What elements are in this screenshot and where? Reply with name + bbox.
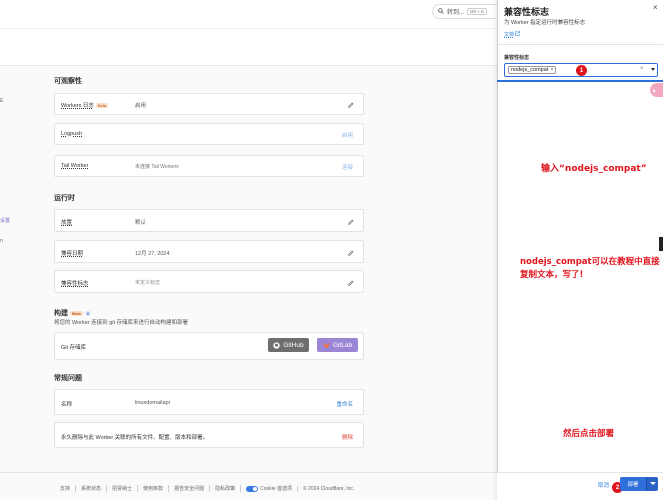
general-title: 常规问题 — [54, 375, 82, 382]
main-page: 转到... ctrl + K E 设置 n 可观察性 Workers 日志 Bet… — [0, 0, 497, 500]
card-logpush: Logpush 启用 — [54, 123, 364, 145]
gitlab-icon — [323, 342, 330, 348]
delete-description: 永久删除与此 Worker 关联的所有文件、配置、版本和部署。 — [61, 435, 209, 441]
edit-pencil-icon[interactable] — [348, 280, 354, 286]
close-icon[interactable]: × — [653, 3, 658, 12]
chevron-down-icon[interactable] — [651, 68, 655, 71]
left-nav-fragment: n — [0, 238, 3, 244]
rename-button[interactable]: 重命名 — [336, 400, 353, 408]
drawer-divider — [498, 44, 663, 45]
drawer-description: 为 Worker 指定运行时兼容性标志 — [504, 20, 586, 26]
footer: 支持 系统状态 招贤纳士 使用条款 报告安全问题 隐私政策 Cookie 首选项… — [0, 472, 497, 500]
delete-button[interactable]: 删除 — [342, 433, 353, 441]
deploy-dropdown-icon[interactable] — [646, 477, 658, 491]
observability-title: 可观察性 — [54, 78, 82, 85]
annotation-deploy-hint: 然后点击部署 — [563, 429, 615, 439]
copyright: © 2024 Cloudflare, Inc. — [297, 485, 359, 492]
external-link-icon — [515, 31, 521, 36]
logpush-enable-button[interactable]: 启用 — [342, 131, 353, 139]
runtime-title: 运行时 — [54, 195, 75, 202]
search-shortcut: ctrl + K — [467, 8, 488, 15]
annotation-copy-hint: nodejs_compat可以在教程中直接复制文本，写了! — [520, 257, 660, 280]
placement-label[interactable]: 放置 — [61, 218, 72, 226]
floating-widget[interactable]: ▶ — [650, 83, 663, 97]
card-name: 名称 linuxdomailapi 重命名 — [54, 389, 364, 415]
beta-badge: Beta — [95, 103, 109, 109]
tail-worker-value: 未连接 Tail Workers — [135, 164, 179, 170]
chip-remove-icon[interactable]: × — [550, 67, 553, 73]
gitlab-button[interactable]: GitLab — [317, 338, 358, 352]
left-nav-fragment[interactable]: 设置 — [0, 217, 10, 224]
compat-flags-value: 未定义标志 — [135, 280, 161, 286]
logpush-label[interactable]: Logpush — [61, 131, 82, 137]
footer-link[interactable]: 系统状态 — [75, 485, 106, 492]
footer-link[interactable]: 使用条款 — [137, 485, 168, 492]
search-box[interactable]: 转到... ctrl + K — [432, 4, 497, 19]
cookie-preferences[interactable]: Cookie 首选项 — [240, 485, 297, 492]
footer-link[interactable]: 招贤纳士 — [106, 485, 137, 492]
github-button[interactable]: GitHub — [268, 338, 309, 352]
footer-link[interactable]: 支持 — [60, 485, 75, 492]
flag-chip: nodejs_compat × — [508, 66, 557, 74]
flag-chip-label: nodejs_compat — [511, 67, 549, 73]
compat-flags-field-label: 兼容性标志 — [504, 55, 530, 61]
cancel-button[interactable]: 取消 — [598, 481, 609, 489]
build-title: 构建 Beta 3 — [54, 310, 91, 317]
github-label: GitHub — [283, 341, 304, 349]
top-bar: 转到... ctrl + K — [0, 0, 497, 28]
left-nav-fragment: E — [0, 98, 4, 104]
card-placement: 放置 默认 — [54, 209, 364, 232]
side-handle[interactable] — [659, 237, 663, 251]
card-delete: 永久删除与此 Worker 关联的所有文件、配置、版本和部署。 删除 — [54, 422, 364, 448]
name-label: 名称 — [61, 402, 73, 408]
beta-badge: Beta — [70, 310, 83, 316]
workers-logs-value: 启用 — [135, 103, 147, 109]
clear-icon[interactable]: × — [640, 66, 644, 72]
edit-pencil-icon[interactable] — [348, 102, 354, 108]
git-repo-label: Git 存储库 — [61, 345, 87, 351]
gitlab-label: GitLab — [332, 341, 353, 349]
compat-flags-label[interactable]: 兼容性标志 — [61, 279, 89, 287]
card-compat-date: 兼容日期 12月 27, 2024 — [54, 240, 364, 263]
name-value: linuxdomailapi — [135, 400, 170, 406]
build-subtitle: 将您的 Worker 连接到 git 存储库来进行自动构建和部署 — [54, 320, 189, 326]
sub-header — [0, 28, 497, 66]
compat-date-value: 12月 27, 2024 — [135, 251, 170, 257]
focus-underline — [497, 80, 663, 82]
tail-worker-connect-button[interactable]: 连接 — [342, 163, 353, 171]
footer-link[interactable]: 隐私政策 — [209, 485, 240, 492]
footer-links: 支持 系统状态 招贤纳士 使用条款 报告安全问题 隐私政策 Cookie 首选项… — [60, 485, 359, 492]
footer-link[interactable]: 报告安全问题 — [168, 485, 209, 492]
deploy-button[interactable]: 部署 — [620, 477, 646, 491]
placement-value: 默认 — [135, 220, 147, 226]
annotation-input-hint: 输入“nodejs_compat” — [541, 164, 647, 174]
drawer-title: 兼容性标志 — [504, 7, 550, 17]
compat-date-label[interactable]: 兼容日期 — [61, 249, 83, 257]
search-icon — [438, 7, 444, 16]
card-workers-logs: Workers 日志 Beta 启用 — [54, 93, 364, 115]
github-icon — [273, 341, 281, 349]
cookie-toggle-icon — [246, 485, 259, 492]
docs-link[interactable]: 文档 — [504, 31, 521, 38]
edit-pencil-icon[interactable] — [348, 219, 354, 225]
workers-logs-label[interactable]: Workers 日志 Beta — [61, 101, 109, 109]
step-marker-1: 1 — [576, 65, 587, 76]
count-badge: 3 — [84, 310, 91, 316]
search-label: 转到... — [447, 10, 465, 16]
edit-pencil-icon[interactable] — [348, 250, 354, 256]
card-compat-flags: 兼容性标志 未定义标志 — [54, 270, 364, 293]
card-tail-worker: Tail Worker 未连接 Tail Workers 连接 — [54, 155, 364, 177]
tail-worker-label[interactable]: Tail Worker — [61, 163, 88, 169]
